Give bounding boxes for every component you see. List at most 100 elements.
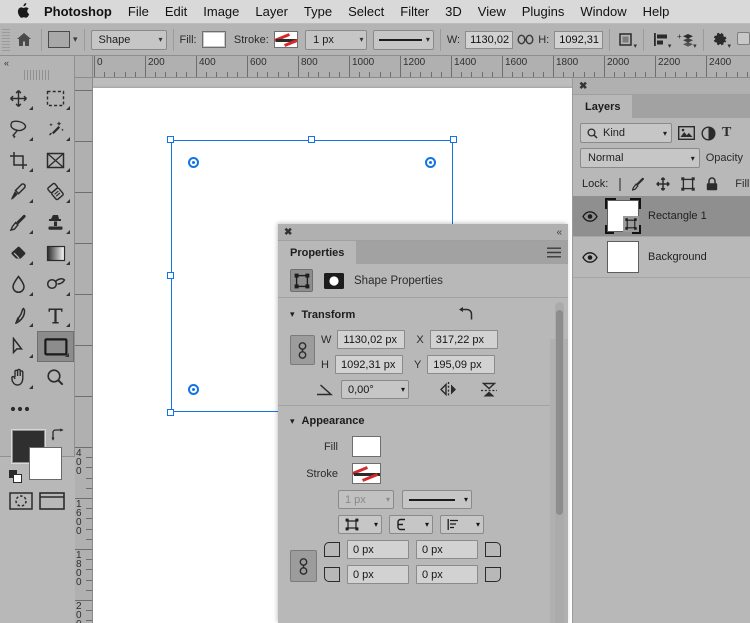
corner-tr-input[interactable]: 0 px xyxy=(416,540,478,559)
gear-icon[interactable]: ▾ xyxy=(710,29,731,51)
brush-tool[interactable] xyxy=(0,207,37,238)
tool-mode-select[interactable]: Shape ▾ xyxy=(90,29,167,50)
path-arrangement-icon[interactable]: + ▾ xyxy=(675,29,697,51)
tab-layers[interactable]: Layers xyxy=(573,95,633,118)
pixel-layer-filter-icon[interactable] xyxy=(678,126,695,140)
close-icon[interactable]: ✖ xyxy=(579,81,587,92)
pen-tool[interactable] xyxy=(0,300,37,331)
blend-mode-select[interactable]: Normal ▾ xyxy=(580,148,700,168)
properties-scrollbar-thumb[interactable] xyxy=(556,310,563,515)
flip-horizontal-icon[interactable] xyxy=(439,382,458,397)
width-input[interactable]: 1130,02 xyxy=(465,30,513,49)
stroke-width-input[interactable]: 1 px ▾ xyxy=(338,490,394,509)
lock-image-icon[interactable] xyxy=(632,177,645,191)
align-edges-checkbox[interactable] xyxy=(736,31,750,48)
transform-section-header[interactable]: ▾ Transform xyxy=(278,298,568,328)
gradient-tool[interactable] xyxy=(37,238,74,269)
vertical-ruler[interactable]: 4 0 0 1 6 0 0 1 8 0 0 2 0 0 xyxy=(75,78,93,623)
flip-vertical-icon[interactable] xyxy=(480,382,498,398)
screen-mode-icon[interactable] xyxy=(39,492,65,510)
panel-menu-button[interactable] xyxy=(356,241,568,264)
tools-panel-grip[interactable] xyxy=(24,70,50,80)
eraser-tool[interactable] xyxy=(0,238,37,269)
menu-app-name[interactable]: Photoshop xyxy=(44,4,112,19)
type-tool[interactable] xyxy=(37,300,74,331)
selection-handle-bottom-left[interactable] xyxy=(167,409,174,416)
crop-tool[interactable] xyxy=(0,145,37,176)
blur-tool[interactable] xyxy=(0,269,37,300)
dodge-tool[interactable] xyxy=(37,269,74,300)
stroke-color-swatch[interactable] xyxy=(273,31,299,48)
rectangle-tool[interactable] xyxy=(37,331,74,362)
more-tools-button[interactable] xyxy=(0,393,74,424)
menu-item-type[interactable]: Type xyxy=(304,4,332,19)
angle-input[interactable]: 0,00° ▾ xyxy=(341,380,409,399)
home-icon[interactable] xyxy=(14,29,35,51)
menu-item-view[interactable]: View xyxy=(478,4,506,19)
properties-scrollbar[interactable] xyxy=(555,302,564,623)
transform-y-input[interactable]: 195,09 px xyxy=(427,355,496,374)
menu-item-edit[interactable]: Edit xyxy=(165,4,187,19)
eyedropper-tool[interactable] xyxy=(0,176,37,207)
type-layer-filter-icon[interactable]: T xyxy=(722,125,731,141)
menu-item-help[interactable]: Help xyxy=(643,4,670,19)
tab-properties[interactable]: Properties xyxy=(278,241,357,264)
eye-visibility-icon[interactable] xyxy=(581,210,598,222)
spot-healing-brush-tool[interactable] xyxy=(37,176,74,207)
fill-color-swatch[interactable] xyxy=(201,31,226,48)
apple-logo-icon[interactable] xyxy=(16,2,30,19)
corner-radius-handle-icon[interactable] xyxy=(188,157,199,168)
lock-position-icon[interactable] xyxy=(656,177,670,191)
menu-item-layer[interactable]: Layer xyxy=(255,4,288,19)
corner-radius-handle-icon[interactable] xyxy=(188,384,199,395)
hand-tool[interactable] xyxy=(0,362,37,393)
lock-artboard-icon[interactable] xyxy=(681,177,695,191)
menu-item-window[interactable]: Window xyxy=(580,4,626,19)
mask-properties-icon[interactable] xyxy=(322,269,345,292)
corner-bl-input[interactable]: 0 px xyxy=(347,565,409,584)
corner-tl-input[interactable]: 0 px xyxy=(347,540,409,559)
appearance-stroke-swatch[interactable] xyxy=(352,463,381,484)
selection-handle-mid-left[interactable] xyxy=(167,272,174,279)
path-alignment-icon[interactable]: ▾ xyxy=(650,29,671,51)
transform-x-input[interactable]: 317,22 px xyxy=(429,330,498,349)
link-corners-icon[interactable] xyxy=(290,550,317,582)
transform-h-input[interactable]: 1092,31 px xyxy=(334,355,403,374)
background-color-swatch[interactable] xyxy=(29,447,62,480)
lasso-tool[interactable] xyxy=(0,114,37,145)
stroke-width-select[interactable]: 1 px ▾ xyxy=(305,29,368,50)
stroke-style-select[interactable]: ▾ xyxy=(402,490,472,509)
clone-stamp-tool[interactable] xyxy=(37,207,74,238)
layer-filter-kind-select[interactable]: Kind ▾ xyxy=(580,123,672,143)
stroke-corner-select[interactable]: ▾ xyxy=(440,515,484,534)
eye-visibility-icon[interactable] xyxy=(581,251,598,263)
lock-all-icon[interactable] xyxy=(706,177,718,191)
layer-thumbnail[interactable] xyxy=(605,198,641,234)
path-selection-tool[interactable] xyxy=(0,331,37,362)
stroke-cap-select[interactable]: ▾ xyxy=(389,515,433,534)
layer-thumbnail[interactable] xyxy=(607,241,639,273)
corner-radius-handle-icon[interactable] xyxy=(425,157,436,168)
quick-mask-icon[interactable] xyxy=(9,492,33,510)
close-icon[interactable]: ✖ xyxy=(284,227,292,238)
object-selection-tool[interactable] xyxy=(37,114,74,145)
menu-item-filter[interactable]: Filter xyxy=(400,4,429,19)
tool-preset-picker[interactable]: ▾ xyxy=(48,31,78,48)
link-chain-icon[interactable] xyxy=(515,29,536,51)
appearance-fill-swatch[interactable] xyxy=(352,436,381,457)
menu-item-plugins[interactable]: Plugins xyxy=(522,4,565,19)
layers-panel-titlebar[interactable]: ✖ xyxy=(573,78,750,95)
appearance-section-header[interactable]: ▾ Appearance xyxy=(278,406,568,433)
move-tool[interactable] xyxy=(0,83,37,114)
rectangular-marquee-tool[interactable] xyxy=(37,83,74,114)
stroke-style-select[interactable]: ▾ xyxy=(373,29,434,50)
default-colors-icon[interactable] xyxy=(9,470,23,484)
layer-row-background[interactable]: Background xyxy=(573,237,750,278)
adjustment-layer-filter-icon[interactable] xyxy=(701,125,716,141)
horizontal-ruler[interactable]: 0 200 400 600 800 1000 1200 1400 1600 1800 2000 220… xyxy=(75,56,750,78)
options-bar-grip[interactable] xyxy=(2,28,10,51)
reset-transform-icon[interactable] xyxy=(457,307,474,322)
path-operations-icon[interactable]: ▾ xyxy=(616,29,637,51)
layer-row-rectangle-1[interactable]: Rectangle 1 xyxy=(573,196,750,237)
transform-w-input[interactable]: 1130,02 px xyxy=(337,330,406,349)
